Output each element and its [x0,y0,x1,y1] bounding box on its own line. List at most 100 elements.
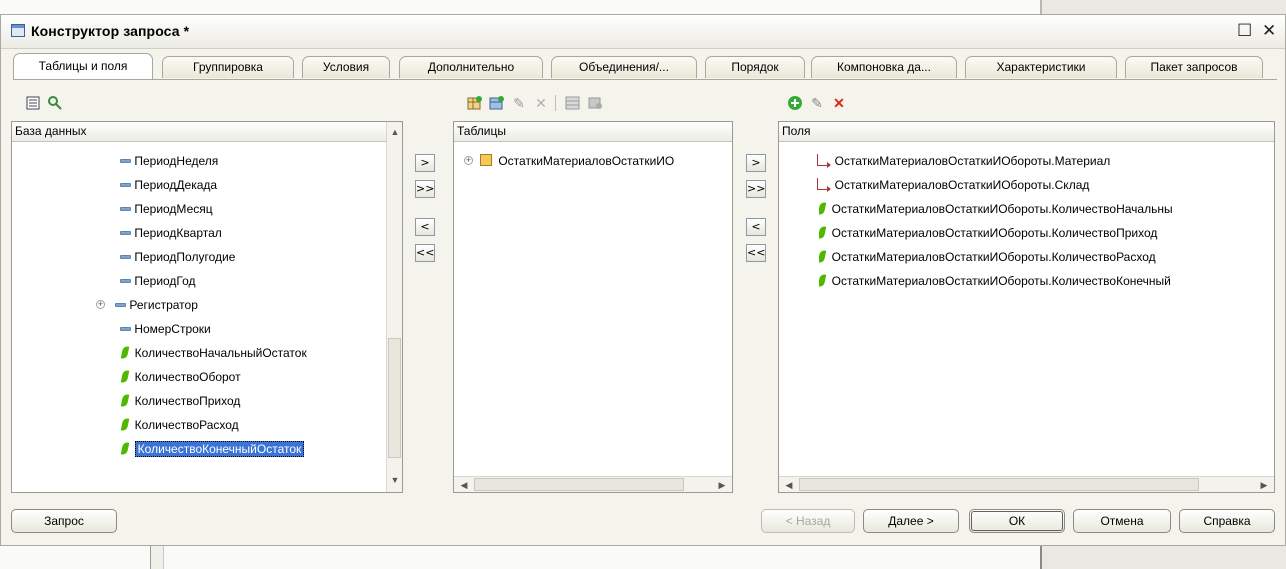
tree-item[interactable]: ПериодНеделя [120,151,218,171]
database-vscroll[interactable]: ▲ ▼ [386,122,402,492]
move-all-right-button[interactable]: >> [746,180,766,198]
resource-leaf-icon [819,273,827,288]
tree-item[interactable]: НомерСтроки [120,319,211,339]
tab-strip: Таблицы и поля Группировка Условия Допол… [13,52,1277,80]
tab-grouping[interactable]: Группировка [162,56,294,78]
resource-leaf-icon [120,345,130,360]
edit-field-icon[interactable]: ✎ [809,95,825,111]
cancel-button[interactable]: Отмена [1073,509,1171,533]
scroll-left-icon[interactable]: ◀ [456,477,472,493]
tree-item[interactable]: КоличествоОборот [120,367,241,387]
ok-button[interactable]: ОК [969,509,1065,533]
fields-hscroll[interactable]: ◀ ▶ [779,476,1274,492]
tree-item[interactable]: + Регистратор [96,295,198,315]
resource-leaf-icon [120,369,130,384]
scroll-right-icon[interactable]: ▶ [714,477,730,493]
scroll-thumb[interactable] [474,478,684,491]
find-table-icon[interactable] [47,95,63,111]
field-row[interactable]: ОстаткиМатериаловОстаткиИОбороты.Склад [817,175,1274,195]
add-table-icon[interactable] [467,95,483,111]
back-button[interactable]: < Назад [761,509,855,533]
tree-item[interactable]: КоличествоРасход [120,415,239,435]
tab-additional[interactable]: Дополнительно [399,56,543,78]
field-row[interactable]: ОстаткиМатериаловОстаткиИОбороты.Материа… [817,151,1274,171]
delete-field-icon[interactable]: ✕ [831,95,847,111]
expand-icon[interactable]: + [464,156,473,166]
title-bar[interactable]: Конструктор запроса * ☐ ✕ [1,15,1285,49]
resource-leaf-icon [819,249,827,264]
tab-order[interactable]: Порядок [705,56,805,78]
next-button[interactable]: Далее > [863,509,959,533]
table-options-icon[interactable] [587,95,603,111]
dimension-icon [817,177,831,192]
tree-item-selected[interactable]: КоличествоКонечныйОстаток [120,439,305,459]
move-all-left-button[interactable]: << [746,244,766,262]
field-dash-icon [120,158,131,163]
move-right-button[interactable]: > [415,154,435,172]
move-right-button[interactable]: > [746,154,766,172]
field-dash-icon [120,254,131,259]
tree-item[interactable]: ПериодГод [120,271,196,291]
table-settings-icon[interactable] [565,95,581,111]
scroll-thumb[interactable] [388,338,401,458]
tree-item[interactable]: КоличествоПриход [120,391,240,411]
fields-panel-header: Поля [779,122,1274,142]
tables-panel-header: Таблицы [454,122,732,142]
move-left-button[interactable]: < [415,218,435,236]
tree-item[interactable]: КоличествоНачальныйОстаток [120,343,307,363]
close-icon[interactable]: ✕ [1262,21,1276,41]
window-title: Конструктор запроса * [31,23,190,39]
tree-item[interactable]: + ОстаткиМатериаловОстаткиИО [464,151,730,171]
scroll-right-icon[interactable]: ▶ [1256,477,1272,493]
tab-conditions[interactable]: Условия [302,56,390,78]
toolbar-separator [555,95,556,111]
move-left-button[interactable]: < [746,218,766,236]
field-row[interactable]: ОстаткиМатериаловОстаткиИОбороты.Количес… [819,247,1274,267]
scroll-down-icon[interactable]: ▼ [387,472,403,488]
field-dash-icon [115,302,127,307]
field-dash-icon [120,326,131,331]
field-dash-icon [120,230,131,235]
scroll-left-icon[interactable]: ◀ [781,477,797,493]
expand-icon[interactable]: + [96,300,105,310]
tab-divider [13,79,1277,80]
query-button[interactable]: Запрос [11,509,117,533]
move-all-right-button[interactable]: >> [415,180,435,198]
background-right-panel [1040,0,1286,14]
tables-hscroll[interactable]: ◀ ▶ [454,476,732,492]
tab-tables-and-fields[interactable]: Таблицы и поля [13,53,153,79]
scroll-thumb[interactable] [799,478,1199,491]
resource-leaf-icon [120,441,130,456]
window-icon [11,24,25,37]
add-field-icon[interactable] [787,95,803,111]
field-row[interactable]: ОстаткиМатериаловОстаткиИОбороты.Количес… [819,223,1274,243]
tab-query-batch[interactable]: Пакет запросов [1125,56,1263,78]
database-panel: База данных ▲ ▼ ПериодНеделя ПериодДекад… [11,121,403,493]
tab-composition[interactable]: Компоновка да... [811,56,957,78]
tab-characteristics[interactable]: Характеристики [965,56,1117,78]
field-dash-icon [120,182,131,187]
background-right-panel-bottom [1040,546,1286,569]
query-builder-window: Конструктор запроса * ☐ ✕ Таблицы и поля… [0,14,1286,546]
move-all-left-button[interactable]: << [415,244,435,262]
resource-leaf-icon [819,201,827,216]
background-splitter [150,546,164,569]
table-icon [479,154,492,167]
fields-panel: Поля ОстаткиМатериаловОстаткиИОбороты.Ма… [778,121,1275,493]
database-panel-header: База данных [12,122,386,142]
scroll-up-icon[interactable]: ▲ [387,124,403,140]
edit-table-icon[interactable]: ✎ [511,95,527,111]
delete-table-icon[interactable]: ✕ [533,95,549,111]
tree-item[interactable]: ПериодДекада [120,175,217,195]
maximize-icon[interactable]: ☐ [1237,21,1252,41]
tables-panel: Таблицы + ОстаткиМатериаловОстаткиИО ◀ ▶ [453,121,733,493]
tree-item[interactable]: ПериодКвартал [120,223,222,243]
tab-unions[interactable]: Объединения/... [551,56,697,78]
field-row[interactable]: ОстаткиМатериаловОстаткиИОбороты.Количес… [819,199,1274,219]
field-row[interactable]: ОстаткиМатериаловОстаткиИОбороты.Количес… [819,271,1274,291]
help-button[interactable]: Справка [1179,509,1275,533]
add-nested-query-icon[interactable] [489,95,505,111]
tree-item[interactable]: ПериодПолугодие [120,247,235,267]
list-view-icon[interactable] [25,95,41,111]
tree-item[interactable]: ПериодМесяц [120,199,213,219]
